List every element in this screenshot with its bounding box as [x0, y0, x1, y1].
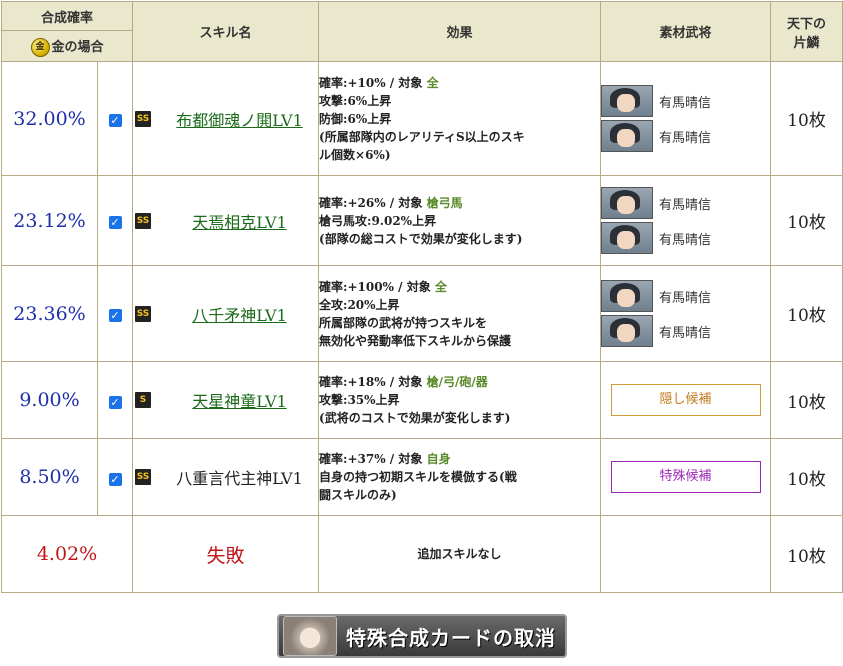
skill-link[interactable]: 天星神童LV1: [192, 392, 286, 411]
include-checkbox[interactable]: ✓: [108, 472, 122, 486]
shard-header-line1: 天下の: [787, 16, 827, 32]
material-general[interactable]: 有馬晴信: [601, 315, 770, 347]
fail-effect: 追加スキルなし: [318, 515, 602, 593]
shard-count: 10枚: [770, 515, 843, 593]
fail-label: 失敗: [132, 515, 320, 593]
rate-value: 32.00%: [1, 61, 98, 176]
material-cell: 隠し候補: [600, 361, 772, 439]
rate-value: 23.36%: [1, 265, 98, 362]
material-general[interactable]: 有馬晴信: [601, 222, 770, 254]
material-general[interactable]: 有馬晴信: [601, 85, 770, 117]
general-portrait: [601, 280, 654, 312]
shard-count: 10枚: [770, 175, 843, 266]
skill-row: 9.00% ✓ S 天星神童LV1 確率:+18% / 対象 槍/弓/砲/器 攻…: [1, 361, 843, 439]
shard-count: 10枚: [770, 361, 843, 439]
gold-coin-icon: 金: [30, 37, 50, 57]
shard-count: 10枚: [770, 265, 843, 362]
material-cell: 有馬晴信 有馬晴信: [600, 61, 772, 176]
rank-badge: S: [135, 392, 152, 408]
general-portrait: [601, 222, 654, 254]
skill-link[interactable]: 八千矛神LV1: [192, 306, 286, 325]
shard-header-line2: 片鱗: [793, 35, 820, 51]
material-cell: 有馬晴信 有馬晴信: [600, 265, 772, 362]
effect-cell: 確率:+37% / 対象 自身 自身の持つ初期スキルを模倣する(戦 闘スキルのみ…: [318, 438, 602, 516]
hidden-candidate-button[interactable]: 隠し候補: [610, 384, 761, 416]
effect-cell: 確率:+100% / 対象 全 全攻:20%上昇 所属部隊の武将が持つスキルを …: [318, 265, 602, 362]
skill-name-header: スキル名: [132, 1, 320, 62]
effect-header: 効果: [318, 1, 602, 62]
rank-badge: SS: [135, 305, 152, 322]
include-checkbox[interactable]: ✓: [108, 395, 122, 409]
material-header: 素材武将: [600, 1, 772, 62]
rate-value: 9.00%: [1, 361, 98, 439]
effect-cell: 確率:+10% / 対象 全 攻撃:6%上昇 防御:6%上昇 (所属部隊内のレア…: [318, 61, 602, 176]
general-portrait: [601, 85, 654, 117]
material-cell: 特殊候補: [600, 438, 772, 516]
material-general[interactable]: 有馬晴信: [601, 280, 770, 312]
general-portrait: [601, 315, 654, 347]
rate-value: 23.12%: [1, 175, 98, 266]
effect-cell: 確率:+18% / 対象 槍/弓/砲/器 攻撃:35%上昇 (武将のコストで効果…: [318, 361, 602, 439]
rank-badge: SS: [135, 212, 152, 229]
skill-name: 八重言代主神LV1: [176, 469, 303, 488]
cancel-button-label: 特殊合成カードの取消: [346, 625, 556, 650]
effect-cell: 確率:+26% / 対象 槍弓馬 槍弓馬攻:9.02%上昇 (部隊の総コストで効…: [318, 175, 602, 266]
rate-header: 合成確率: [0, 1, 134, 31]
shard-count: 10枚: [770, 61, 843, 176]
special-candidate-button[interactable]: 特殊候補: [610, 461, 761, 493]
include-checkbox[interactable]: ✓: [108, 216, 122, 229]
shard-header: 天下の 片鱗: [770, 1, 843, 62]
general-portrait: [601, 120, 654, 152]
skill-link[interactable]: 布都御魂ノ閧LV1: [176, 111, 302, 130]
skill-row: 23.36% ✓ SS 八千矛神LV1 確率:+100% / 対象 全 全攻:2…: [1, 265, 843, 362]
include-checkbox[interactable]: ✓: [108, 309, 122, 322]
rank-badge: SS: [135, 469, 152, 485]
synthesis-table: 合成確率 スキル名 効果 素材武将 天下の 片鱗 金金の場合 32.00% ✓ …: [0, 1, 843, 593]
material-general[interactable]: 有馬晴信: [601, 187, 770, 219]
include-checkbox[interactable]: ✓: [108, 114, 122, 127]
gold-case-label: 金の場合: [51, 39, 104, 55]
character-face-icon: [283, 616, 337, 656]
rate-value: 8.50%: [1, 438, 98, 516]
general-portrait: [601, 187, 654, 219]
fail-row: 4.02% 失敗 追加スキルなし 10枚: [0, 515, 843, 593]
skill-link[interactable]: 天焉相克LV1: [192, 213, 286, 232]
rank-badge: SS: [135, 110, 152, 127]
material-cell: 有馬晴信 有馬晴信: [600, 175, 772, 266]
material-general[interactable]: 有馬晴信: [601, 120, 770, 152]
gold-case-header: 金金の場合: [0, 30, 134, 62]
skill-row: 23.12% ✓ SS 天焉相克LV1 確率:+26% / 対象 槍弓馬 槍弓馬…: [1, 175, 843, 266]
fail-rate-value: 4.02%: [0, 515, 134, 593]
skill-row: 8.50% ✓ SS 八重言代主神LV1 確率:+37% / 対象 自身 自身の…: [1, 438, 843, 516]
cancel-special-card-button[interactable]: 特殊合成カードの取消: [277, 614, 567, 658]
skill-row: 32.00% ✓ SS 布都御魂ノ閧LV1 確率:+10% / 対象 全 攻撃:…: [1, 61, 843, 176]
shard-count: 10枚: [770, 438, 843, 516]
